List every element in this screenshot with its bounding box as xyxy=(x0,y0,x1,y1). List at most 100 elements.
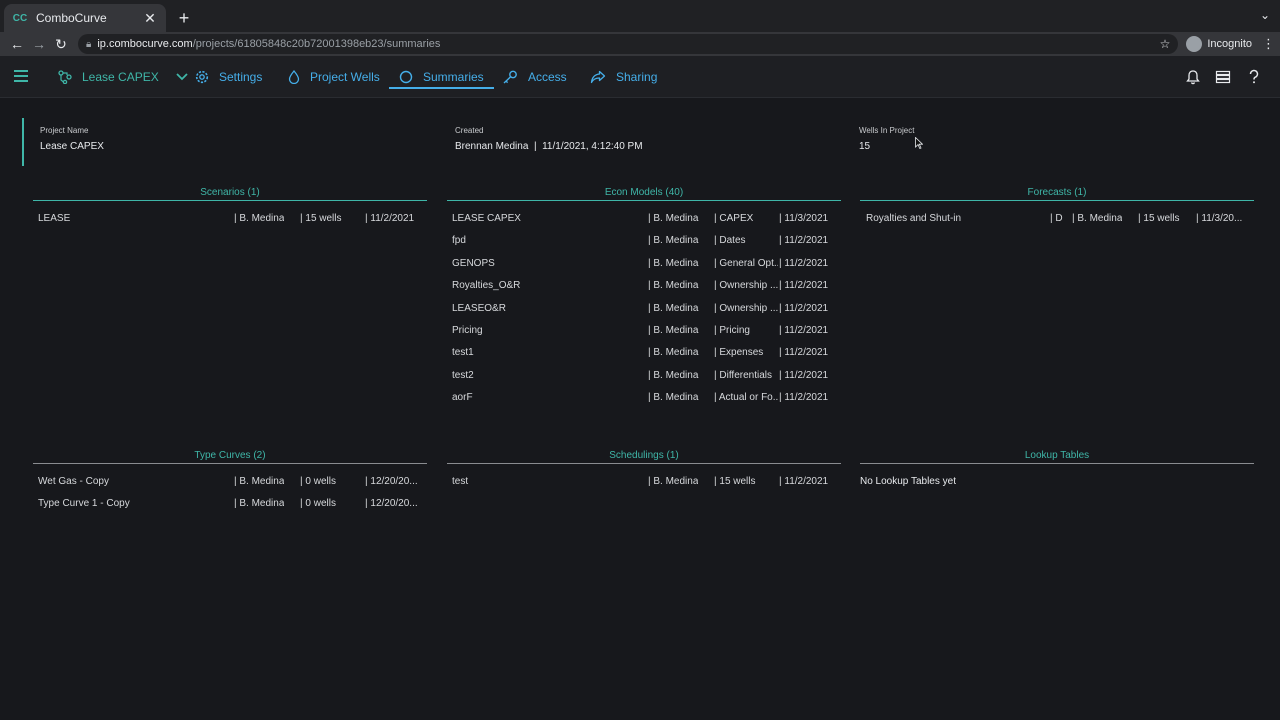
incognito-indicator[interactable]: Incognito xyxy=(1186,36,1252,52)
econ-model-owner: | B. Medina xyxy=(648,235,699,247)
table-row[interactable]: Pricing | B. Medina | Pricing | 11/2/2021 xyxy=(447,325,841,347)
table-row[interactable]: test2 | B. Medina | Differentials | 11/2/20… xyxy=(447,370,841,392)
wells-block: Wells In Project 15 xyxy=(859,126,914,152)
created-by: Brennan Medina xyxy=(455,141,529,152)
schedulings-panel: Schedulings (1) test | B. Medina | 15 we… xyxy=(447,450,841,498)
econ-model-name: GENOPS xyxy=(452,257,495,269)
econ-model-date: | 11/3/2021 xyxy=(779,213,829,224)
url-host: ip.combocurve.com xyxy=(97,38,193,50)
scheduling-wells: | 15 wells xyxy=(714,476,756,487)
forecast-type: | D xyxy=(1050,213,1063,224)
type-curve-wells: | 0 wells xyxy=(300,476,336,487)
tab-summaries[interactable]: Summaries xyxy=(389,56,494,98)
econ-model-type: | CAPEX xyxy=(714,213,754,224)
lookup-tables-empty: No Lookup Tables yet xyxy=(860,476,956,487)
browser-tabstrip: CC ComboCurve ✕ + ⌄ xyxy=(0,0,1280,32)
table-row[interactable]: Royalties_O&R | B. Medina | Ownership ... |… xyxy=(447,280,841,302)
econ-model-name: Pricing xyxy=(452,324,483,336)
econ-models-title[interactable]: Econ Models (40) xyxy=(447,187,841,201)
econ-model-date: | 11/2/2021 xyxy=(779,392,829,404)
tab-close-icon[interactable]: ✕ xyxy=(142,10,158,27)
table-row[interactable]: Wet Gas - Copy | B. Medina | 0 wells | 1… xyxy=(33,476,427,498)
back-icon[interactable]: ← xyxy=(6,33,28,55)
table-row[interactable]: Type Curve 1 - Copy | B. Medina | 0 well… xyxy=(33,498,427,520)
type-curve-wells: | 0 wells xyxy=(300,498,336,510)
scheduling-name: test xyxy=(452,476,469,487)
table-row[interactable]: test1 | B. Medina | Expenses | 11/2/2021 xyxy=(447,347,841,369)
project-name-label: Project Name xyxy=(40,126,89,135)
app-nav: Lease CAPEX Settings Project Wells Summa… xyxy=(0,56,1280,98)
tab-project-wells-label: Project Wells xyxy=(310,70,380,84)
tab-settings[interactable]: Settings xyxy=(195,56,262,98)
table-row[interactable]: GENOPS | B. Medina | General Opt... | 11/2/… xyxy=(447,258,841,280)
chevron-down-icon[interactable] xyxy=(175,72,189,82)
project-name-value: Lease CAPEX xyxy=(40,141,104,152)
browser-tab[interactable]: CC ComboCurve ✕ xyxy=(4,4,166,32)
table-row[interactable]: fpd | B. Medina | Dates | 11/2/2021 xyxy=(447,235,841,257)
econ-model-owner: | B. Medina xyxy=(648,257,699,269)
scenario-name: LEASE xyxy=(38,213,71,224)
table-row[interactable]: LEASE | B. Medina | 15 wells | 11/2/2021 xyxy=(33,213,427,235)
scheduling-owner: | B. Medina xyxy=(648,476,699,487)
scenario-owner: | B. Medina xyxy=(234,213,285,224)
econ-model-owner: | B. Medina xyxy=(648,347,699,359)
econ-model-name: LEASE CAPEX xyxy=(452,213,521,224)
econ-model-date: | 11/2/2021 xyxy=(779,257,829,269)
wells-label: Wells In Project xyxy=(859,126,915,135)
econ-model-owner: | B. Medina xyxy=(648,392,699,404)
tab-access[interactable]: Access xyxy=(502,56,567,98)
table-row[interactable]: test | B. Medina | 15 wells | 11/2/2021 xyxy=(447,476,841,498)
scenarios-title[interactable]: Scenarios (1) xyxy=(33,187,427,201)
econ-model-owner: | B. Medina xyxy=(648,213,699,224)
type-curves-panel: Type Curves (2) Wet Gas - Copy | B. Medi… xyxy=(33,450,427,521)
econ-model-type: | Dates xyxy=(714,235,746,247)
browser-menu-icon[interactable]: ⋮ xyxy=(1262,36,1275,52)
url-path: /projects/61805848c20b72001398eb23/summa… xyxy=(192,38,441,50)
type-curves-title[interactable]: Type Curves (2) xyxy=(33,450,427,464)
help-icon[interactable] xyxy=(1245,68,1263,86)
reload-icon[interactable]: ↻ xyxy=(50,33,72,55)
econ-model-date: | 11/2/2021 xyxy=(779,347,829,359)
incognito-icon xyxy=(1186,36,1203,52)
database-icon[interactable] xyxy=(1214,68,1232,86)
lookup-tables-title[interactable]: Lookup Tables xyxy=(860,450,1254,464)
econ-model-date: | 11/2/2021 xyxy=(779,302,829,314)
econ-model-type: | Expenses xyxy=(714,347,764,359)
project-name-block: Project Name Lease CAPEX xyxy=(40,126,104,152)
tab-project-wells[interactable]: Project Wells xyxy=(288,56,380,98)
table-row[interactable]: aorF | B. Medina | Actual or Fo... | 11/2/2… xyxy=(447,392,841,414)
econ-model-type: | Actual or Fo... xyxy=(714,392,778,404)
schedulings-title[interactable]: Schedulings (1) xyxy=(447,450,841,464)
econ-models-panel: Econ Models (40) LEASE CAPEX | B. Medina |… xyxy=(447,187,841,415)
tab-sharing-label: Sharing xyxy=(616,70,658,84)
forward-icon[interactable]: → xyxy=(28,33,50,55)
created-value: Brennan Medina | 11/1/2021, 4:12:40 PM xyxy=(455,141,643,152)
notifications-bell-icon[interactable] xyxy=(1184,68,1202,86)
project-label: Lease CAPEX xyxy=(82,70,159,84)
table-row[interactable]: LEASEO&R | B. Medina | Ownership ... | 11/2… xyxy=(447,303,841,325)
wells-value: 15 xyxy=(859,141,871,152)
econ-model-type: | General Opt... xyxy=(714,257,778,269)
combocurve-favicon-icon: CC xyxy=(12,12,28,24)
type-curve-date: | 12/20/20... xyxy=(365,498,418,510)
new-tab-icon[interactable]: + xyxy=(170,4,198,32)
econ-model-date: | 11/2/2021 xyxy=(779,369,829,381)
econ-model-name: test2 xyxy=(452,369,474,381)
created-block: Created Brennan Medina | 11/1/2021, 4:12… xyxy=(455,126,643,152)
tab-sharing[interactable]: Sharing xyxy=(590,56,657,98)
water-drop-icon xyxy=(288,70,300,84)
tab-settings-label: Settings xyxy=(219,70,263,84)
forecasts-title[interactable]: Forecasts (1) xyxy=(860,187,1254,201)
menu-icon[interactable] xyxy=(14,70,28,82)
econ-model-name: fpd xyxy=(452,235,466,247)
econ-model-owner: | B. Medina xyxy=(648,369,699,381)
forecast-wells: | 15 wells xyxy=(1138,213,1180,224)
table-row[interactable]: Royalties and Shut-in | D | B. Medina | … xyxy=(860,213,1254,235)
bookmark-star-icon[interactable]: ☆ xyxy=(1160,37,1171,51)
econ-model-date: | 11/2/2021 xyxy=(779,280,829,292)
table-row[interactable]: LEASE CAPEX | B. Medina | CAPEX | 11/3/2021 xyxy=(447,213,841,235)
address-bar[interactable]: 🔒︎ ip.combocurve.com/projects/61805848c2… xyxy=(78,34,1179,54)
project-selector[interactable]: Lease CAPEX xyxy=(58,56,199,98)
econ-model-type: | Ownership ... xyxy=(714,302,778,314)
tab-search-icon[interactable]: ⌄ xyxy=(1260,8,1270,22)
